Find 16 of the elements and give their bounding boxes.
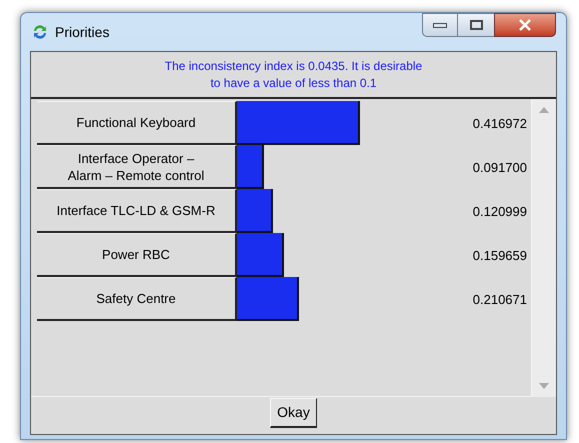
close-icon	[519, 19, 531, 31]
priority-value: 0.120999	[472, 203, 527, 221]
priority-value: 0.159659	[472, 247, 527, 265]
minimize-button[interactable]	[422, 13, 458, 37]
priority-bar	[237, 233, 284, 277]
close-button[interactable]	[494, 13, 556, 37]
priority-value: 0.210671	[472, 291, 527, 309]
maximize-button[interactable]	[458, 13, 494, 37]
refresh-icon	[31, 23, 49, 41]
okay-button[interactable]: Okay	[270, 398, 317, 428]
inconsistency-message: The inconsistency index is 0.0435. It is desirable to have a value of less than 0.1	[164, 58, 424, 92]
priority-bar	[237, 189, 273, 233]
window-title: Priorities	[55, 22, 110, 42]
priority-bar	[237, 277, 300, 321]
priority-value: 0.416972	[472, 115, 527, 133]
priority-value: 0.091700	[472, 159, 527, 177]
